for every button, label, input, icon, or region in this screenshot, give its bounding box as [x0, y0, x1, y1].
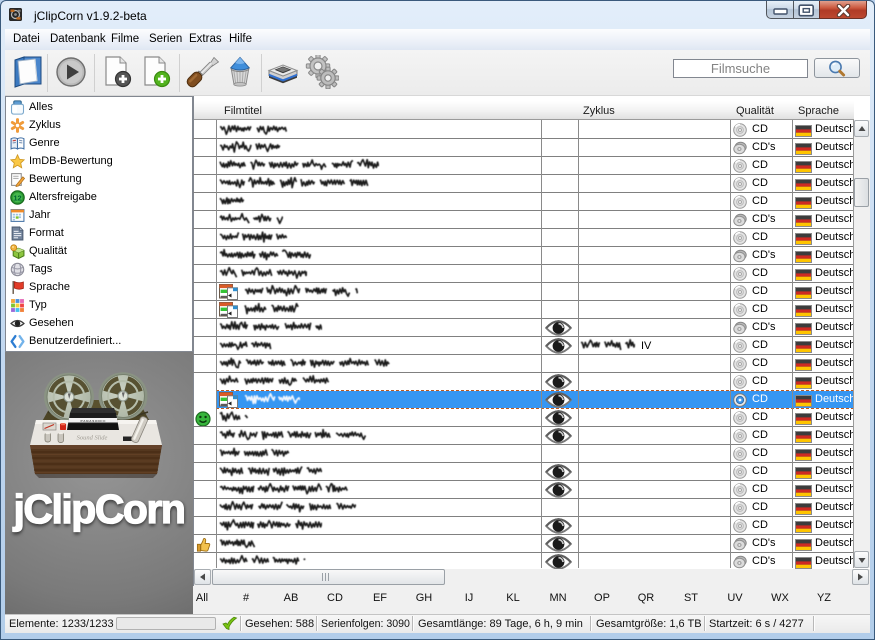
svg-text:Sound Slide: Sound Slide [77, 435, 108, 442]
svg-text:P A N A S O N I C: P A N A S O N I C [81, 419, 107, 423]
svg-text:12: 12 [13, 193, 21, 202]
